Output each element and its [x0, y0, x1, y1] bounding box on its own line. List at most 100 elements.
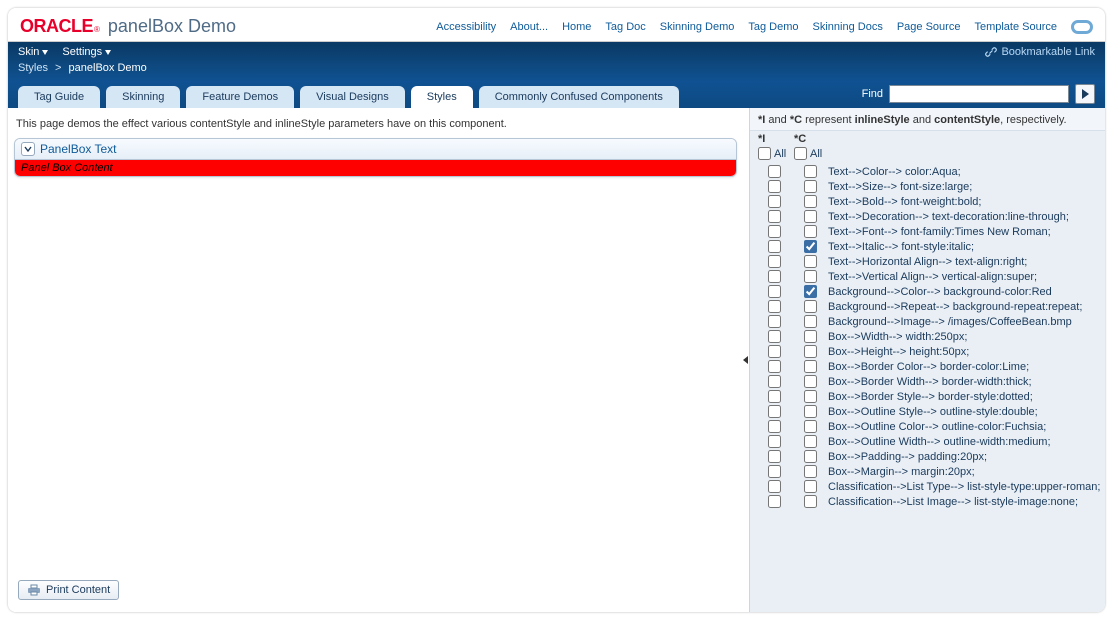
checkbox-content-style[interactable]: [804, 375, 817, 388]
checkbox-content-style[interactable]: [804, 435, 817, 448]
checkbox-inline-style[interactable]: [768, 405, 781, 418]
checkbox-inline-style[interactable]: [768, 390, 781, 403]
tab-tag-guide[interactable]: Tag Guide: [18, 86, 100, 108]
checkbox-inline-style[interactable]: [768, 315, 781, 328]
checkbox-content-style[interactable]: [804, 480, 817, 493]
style-row: Text-->Horizontal Align--> text-align:ri…: [756, 254, 1103, 269]
checkbox-content-style[interactable]: [804, 390, 817, 403]
tab-feature-demos[interactable]: Feature Demos: [186, 86, 294, 108]
tab-styles[interactable]: Styles: [411, 86, 473, 108]
checkbox-content-style[interactable]: [804, 225, 817, 238]
link-tag-doc[interactable]: Tag Doc: [605, 21, 645, 33]
style-row-label: Classification-->List Image--> list-styl…: [828, 496, 1103, 508]
checkbox-inline-style[interactable]: [768, 255, 781, 268]
oracle-pill-icon[interactable]: [1071, 20, 1093, 34]
checkbox-content-style[interactable]: [804, 195, 817, 208]
link-skinning-docs[interactable]: Skinning Docs: [813, 21, 883, 33]
disclose-toggle[interactable]: [21, 142, 35, 156]
style-table[interactable]: Text-->Color--> color:Aqua;Text-->Size--…: [750, 164, 1105, 612]
splitter-handle[interactable]: [743, 108, 749, 612]
checkbox-content-style[interactable]: [804, 495, 817, 508]
link-skinning-demo[interactable]: Skinning Demo: [660, 21, 735, 33]
checkbox-inline-style[interactable]: [768, 450, 781, 463]
style-row-label: Box-->Outline Style--> outline-style:dou…: [828, 406, 1103, 418]
legend-suffix: , respectively.: [1000, 114, 1066, 126]
checkbox-inline-style[interactable]: [768, 195, 781, 208]
checkbox-all-content[interactable]: [794, 147, 807, 160]
style-row-label: Text-->Color--> color:Aqua;: [828, 166, 1103, 178]
checkbox-inline-style[interactable]: [768, 360, 781, 373]
checkbox-content-style[interactable]: [804, 270, 817, 283]
checkbox-content-style[interactable]: [804, 360, 817, 373]
bookmarkable-link[interactable]: Bookmarkable Link: [985, 46, 1095, 58]
checkbox-content-style[interactable]: [804, 165, 817, 178]
find-go-button[interactable]: [1075, 84, 1095, 104]
checkbox-inline-style[interactable]: [768, 300, 781, 313]
checkbox-content-style[interactable]: [804, 240, 817, 253]
style-row: Box-->Height--> height:50px;: [756, 344, 1103, 359]
link-about[interactable]: About...: [510, 21, 548, 33]
dark-band: Skin Settings Bookmarkable Link Styles >…: [8, 42, 1105, 108]
checkbox-content-style[interactable]: [804, 330, 817, 343]
style-row-label: Background-->Image--> /images/CoffeeBean…: [828, 316, 1103, 328]
checkbox-content-style[interactable]: [804, 450, 817, 463]
breadcrumb-current: panelBox Demo: [69, 62, 147, 74]
link-home[interactable]: Home: [562, 21, 591, 33]
print-content-button[interactable]: Print Content: [18, 580, 119, 600]
skin-menu[interactable]: Skin: [18, 46, 48, 58]
settings-menu[interactable]: Settings: [62, 46, 111, 58]
checkbox-content-style[interactable]: [804, 210, 817, 223]
style-row-label: Box-->Width--> width:250px;: [828, 331, 1103, 343]
column-headers: *I *C: [750, 131, 1105, 147]
tab-commonly-confused[interactable]: Commonly Confused Components: [479, 86, 679, 108]
toolbar: Skin Settings Bookmarkable Link: [8, 42, 1105, 62]
right-pane: *I and *C represent inlineStyle and cont…: [749, 108, 1105, 612]
style-row-label: Classification-->List Type--> list-style…: [828, 481, 1103, 493]
breadcrumb-sep: >: [55, 62, 61, 74]
link-page-source[interactable]: Page Source: [897, 21, 961, 33]
style-row: Text-->Bold--> font-weight:bold;: [756, 194, 1103, 209]
checkbox-content-style[interactable]: [804, 465, 817, 478]
checkbox-inline-style[interactable]: [768, 345, 781, 358]
top-header: ORACLE ® panelBox Demo Accessibility Abo…: [8, 8, 1105, 42]
tab-skinning[interactable]: Skinning: [106, 86, 180, 108]
checkbox-inline-style[interactable]: [768, 240, 781, 253]
checkbox-content-style[interactable]: [804, 180, 817, 193]
checkbox-inline-style[interactable]: [768, 465, 781, 478]
checkbox-all-inline[interactable]: [758, 147, 771, 160]
caret-down-icon: [42, 50, 48, 55]
link-accessibility[interactable]: Accessibility: [436, 21, 496, 33]
checkbox-inline-style[interactable]: [768, 225, 781, 238]
checkbox-inline-style[interactable]: [768, 285, 781, 298]
checkbox-content-style[interactable]: [804, 255, 817, 268]
checkbox-inline-style[interactable]: [768, 210, 781, 223]
style-row: Box-->Outline Style--> outline-style:dou…: [756, 404, 1103, 419]
link-tag-demo[interactable]: Tag Demo: [748, 21, 798, 33]
caret-down-icon: [105, 50, 111, 55]
breadcrumb-root[interactable]: Styles: [18, 62, 48, 74]
checkbox-inline-style[interactable]: [768, 480, 781, 493]
checkbox-content-style[interactable]: [804, 420, 817, 433]
all-inline-label: All: [774, 148, 786, 160]
panelbox-title: PanelBox Text: [40, 142, 117, 156]
legend-c: *C: [790, 114, 802, 126]
tab-visual-designs[interactable]: Visual Designs: [300, 86, 405, 108]
link-template-source[interactable]: Template Source: [974, 21, 1057, 33]
checkbox-content-style[interactable]: [804, 405, 817, 418]
checkbox-inline-style[interactable]: [768, 435, 781, 448]
checkbox-content-style[interactable]: [804, 315, 817, 328]
checkbox-inline-style[interactable]: [768, 375, 781, 388]
checkbox-content-style[interactable]: [804, 345, 817, 358]
checkbox-inline-style[interactable]: [768, 330, 781, 343]
checkbox-inline-style[interactable]: [768, 165, 781, 178]
arrow-left-icon: [743, 356, 748, 364]
checkbox-inline-style[interactable]: [768, 420, 781, 433]
checkbox-inline-style[interactable]: [768, 180, 781, 193]
style-row-label: Text-->Vertical Align--> vertical-align:…: [828, 271, 1103, 283]
checkbox-content-style[interactable]: [804, 285, 817, 298]
page-description: This page demos the effect various conte…: [14, 114, 737, 138]
checkbox-content-style[interactable]: [804, 300, 817, 313]
checkbox-inline-style[interactable]: [768, 270, 781, 283]
find-input[interactable]: [889, 85, 1069, 103]
checkbox-inline-style[interactable]: [768, 495, 781, 508]
